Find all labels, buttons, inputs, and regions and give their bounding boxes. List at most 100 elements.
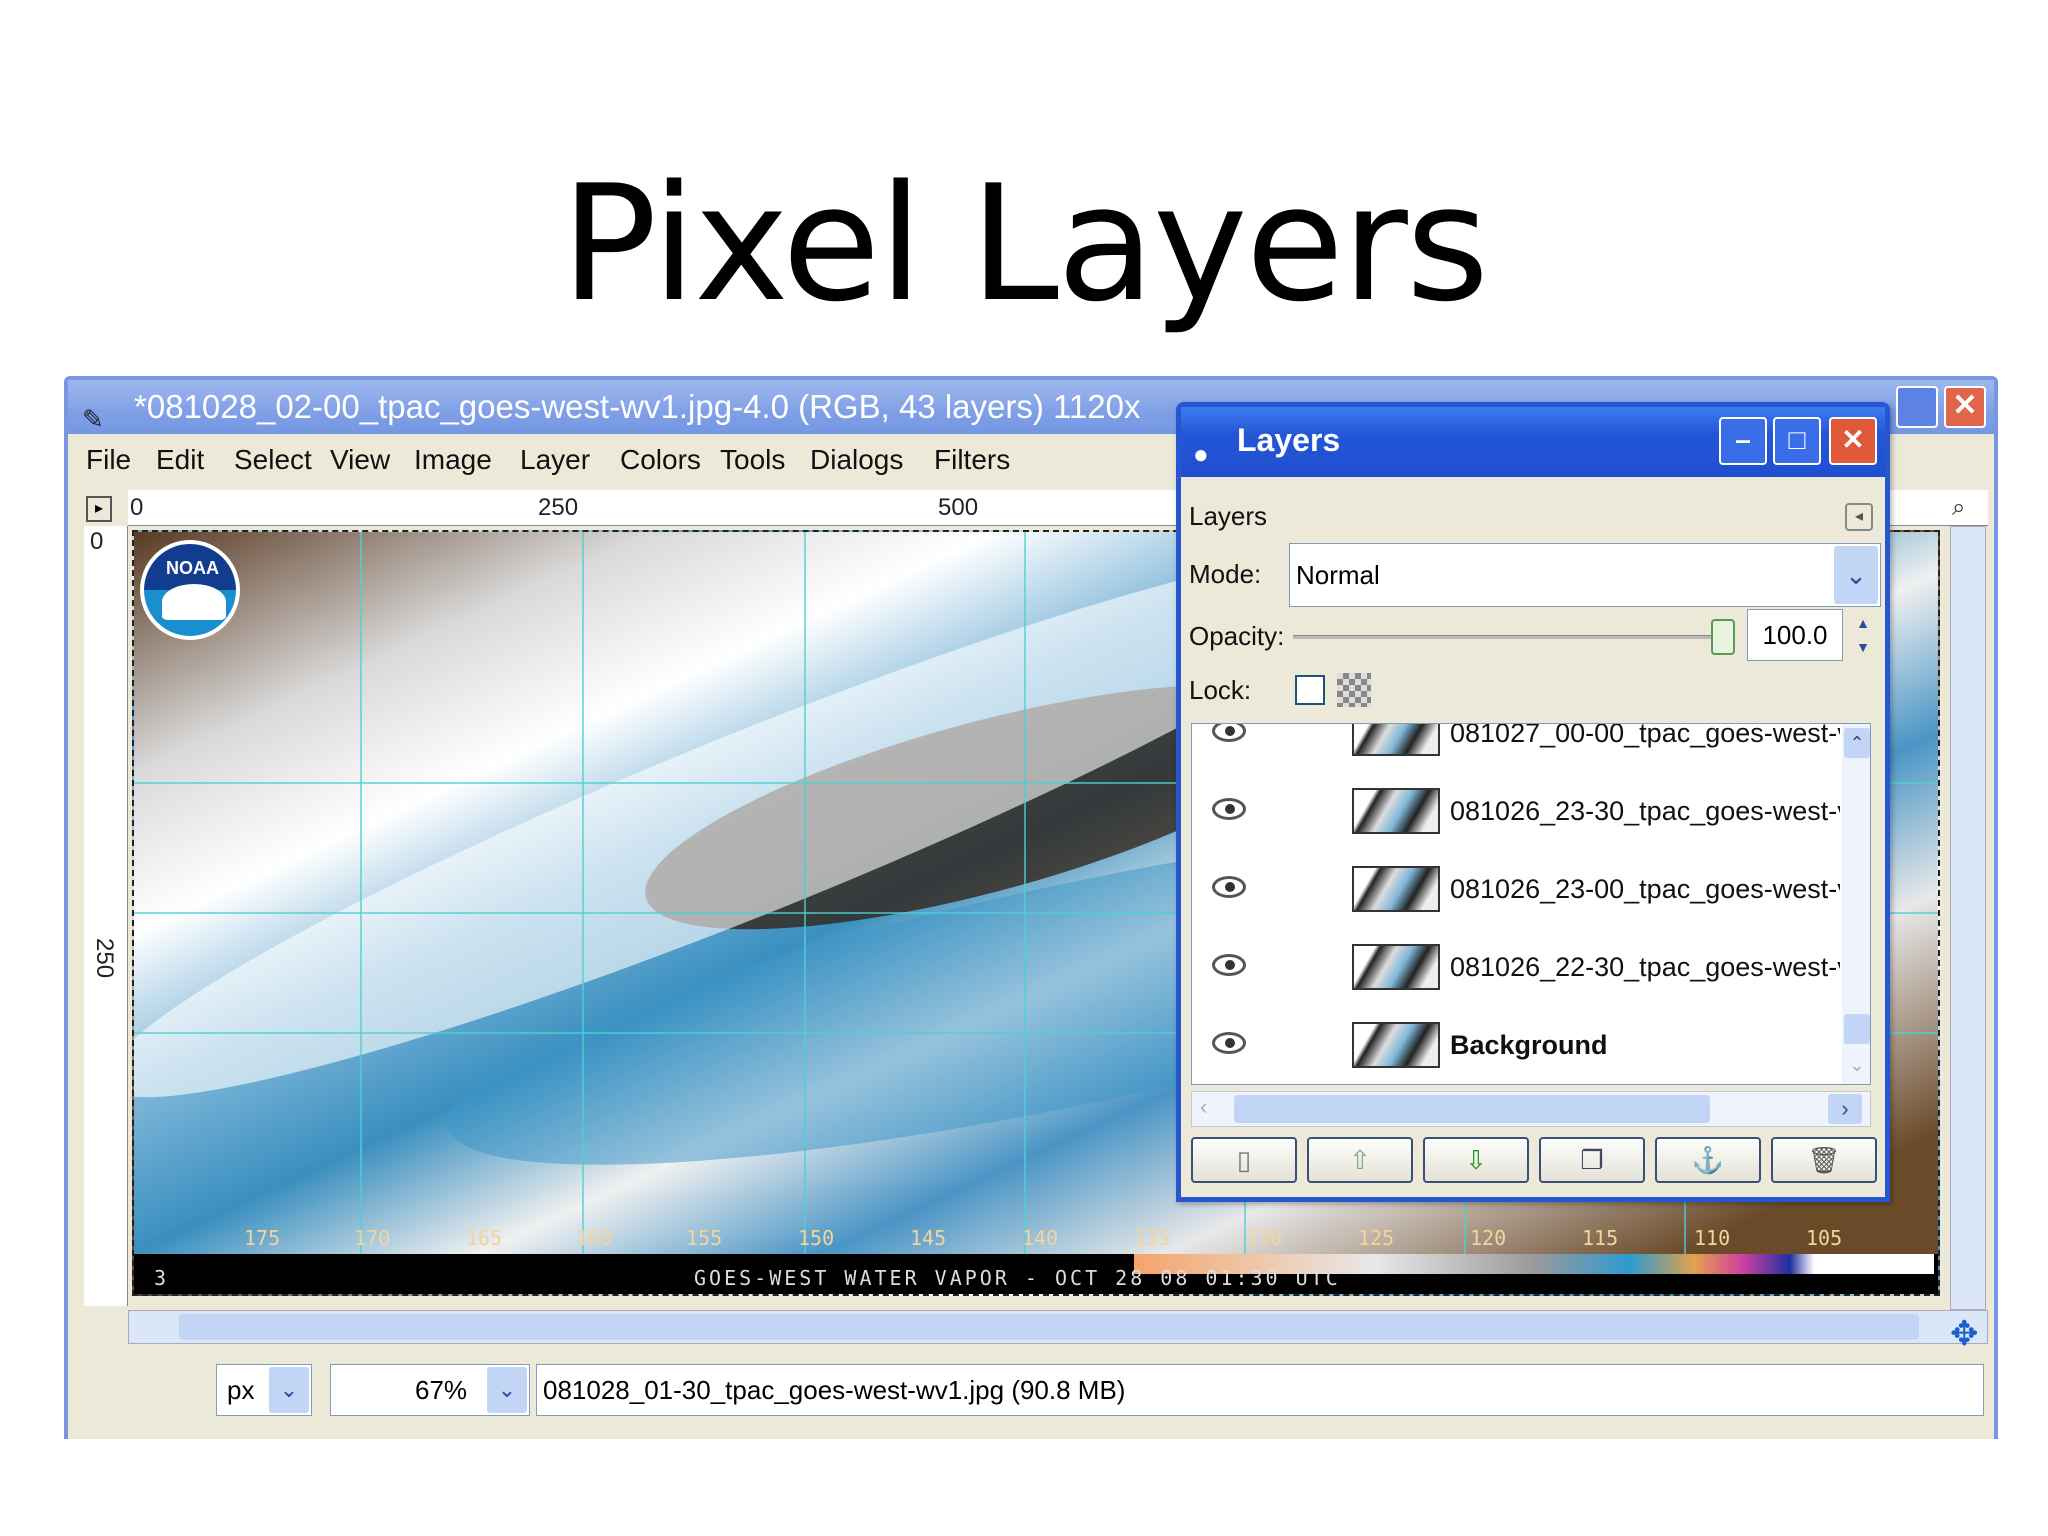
ruler-label: 500 bbox=[938, 494, 979, 521]
layer-button-row: ▯ ⇧ ⇩ ❐ ⚓ 🗑 bbox=[1191, 1137, 1881, 1183]
mode-label: Mode: bbox=[1189, 559, 1262, 589]
chevron-down-icon[interactable]: ⌄ bbox=[1834, 546, 1878, 604]
eye-icon[interactable] bbox=[1212, 798, 1246, 820]
opacity-slider[interactable] bbox=[1293, 635, 1733, 639]
longitude-label: 115 bbox=[1582, 1226, 1619, 1250]
menu-filters[interactable]: Filters bbox=[934, 444, 1010, 476]
longitude-label: 120 bbox=[1470, 1226, 1507, 1250]
longitude-label: 105 bbox=[1806, 1226, 1843, 1250]
zoom-to-fit-icon[interactable]: ⌕ bbox=[1952, 494, 1965, 522]
anchor-icon: ⚓ bbox=[1691, 1145, 1725, 1175]
layer-thumbnail bbox=[1352, 944, 1440, 990]
longitude-label: 160 bbox=[576, 1226, 613, 1250]
vertical-scrollbar[interactable] bbox=[1950, 526, 1986, 1310]
new-layer-button[interactable]: ▯ bbox=[1191, 1137, 1297, 1183]
layer-row[interactable]: 081026_22-30_tpac_goes-west-v bbox=[1192, 930, 1840, 1008]
vertical-ruler: 0 250 bbox=[84, 526, 128, 1306]
duplicate-layer-button[interactable]: ❐ bbox=[1539, 1137, 1645, 1183]
layer-thumbnail bbox=[1352, 724, 1440, 756]
minimize-button[interactable]: – bbox=[1719, 417, 1767, 465]
longitude-label: 175 bbox=[244, 1226, 281, 1250]
mode-select[interactable]: Normal ⌄ bbox=[1289, 543, 1881, 607]
slide-title: Pixel Layers bbox=[560, 150, 1489, 337]
layer-thumbnail bbox=[1352, 788, 1440, 834]
layer-list-hscrollbar[interactable]: ‹ › bbox=[1191, 1091, 1871, 1127]
status-file-info: 081028_01-30_tpac_goes-west-wv1.jpg (90.… bbox=[536, 1364, 1984, 1416]
raise-layer-button[interactable]: ⇧ bbox=[1307, 1137, 1413, 1183]
longitude-label: 165 bbox=[466, 1226, 503, 1250]
panel-menu-icon[interactable]: ◂ bbox=[1845, 503, 1873, 531]
chevron-right-icon[interactable]: › bbox=[1828, 1094, 1862, 1124]
layer-name: 081026_22-30_tpac_goes-west-v bbox=[1450, 952, 1840, 982]
eye-icon[interactable] bbox=[1212, 724, 1246, 742]
horizontal-scrollbar[interactable] bbox=[128, 1310, 1988, 1344]
menu-dialogs[interactable]: Dialogs bbox=[810, 444, 903, 476]
eye-icon[interactable] bbox=[1212, 954, 1246, 976]
eye-icon[interactable] bbox=[1212, 876, 1246, 898]
longitude-label: 135 bbox=[1134, 1226, 1171, 1250]
chevron-left-icon[interactable]: ‹ bbox=[1200, 1094, 1207, 1120]
status-bar: px ⌄ 67% ⌄ 081028_01-30_tpac_goes-west-w… bbox=[68, 1350, 1994, 1439]
longitude-label: 150 bbox=[798, 1226, 835, 1250]
ruler-label: 250 bbox=[91, 938, 118, 979]
longitude-label: 110 bbox=[1694, 1226, 1731, 1250]
chevron-down-icon[interactable]: ⌄ bbox=[1844, 1050, 1870, 1080]
layer-row[interactable]: 081026_23-30_tpac_goes-west-v bbox=[1192, 774, 1840, 852]
longitude-label: 140 bbox=[1022, 1226, 1059, 1250]
menu-tools[interactable]: Tools bbox=[720, 444, 785, 476]
longitude-label: 145 bbox=[910, 1226, 947, 1250]
scrollbar-thumb[interactable] bbox=[1234, 1095, 1710, 1123]
close-button[interactable]: ✕ bbox=[1829, 417, 1877, 465]
longitude-label: 130 bbox=[1246, 1226, 1283, 1250]
zoom-select[interactable]: 67% ⌄ bbox=[330, 1364, 530, 1416]
lock-alpha-icon[interactable] bbox=[1337, 673, 1371, 707]
navigate-icon[interactable]: ✥ bbox=[1950, 1314, 1979, 1354]
chevron-up-icon[interactable]: ⌃ bbox=[1844, 728, 1870, 758]
longitude-label: 125 bbox=[1358, 1226, 1395, 1250]
menu-view[interactable]: View bbox=[330, 444, 390, 476]
anchor-layer-button[interactable]: ⚓ bbox=[1655, 1137, 1761, 1183]
menu-layer[interactable]: Layer bbox=[520, 444, 590, 476]
layers-dialog: ● Layers – □ ✕ Layers ◂ Mode: Normal ⌄ O… bbox=[1176, 402, 1890, 1202]
menu-edit[interactable]: Edit bbox=[156, 444, 204, 476]
layer-name: 081027_00-00_tpac_goes-west-v bbox=[1450, 723, 1840, 748]
longitude-label: 155 bbox=[686, 1226, 723, 1250]
panel-label: Layers bbox=[1189, 501, 1268, 531]
arrow-down-icon: ⇩ bbox=[1465, 1145, 1487, 1175]
maximize-button[interactable]: □ bbox=[1773, 417, 1821, 465]
lower-layer-button[interactable]: ⇩ bbox=[1423, 1137, 1529, 1183]
layer-row[interactable]: 081027_00-00_tpac_goes-west-v bbox=[1192, 724, 1840, 774]
opacity-spinner[interactable]: ▲ ▼ bbox=[1849, 611, 1877, 661]
unit-select[interactable]: px ⌄ bbox=[216, 1364, 312, 1416]
lock-pixels-checkbox[interactable] bbox=[1295, 675, 1325, 705]
arrow-up-icon: ⇧ bbox=[1349, 1145, 1371, 1175]
window-title: *081028_02-00_tpac_goes-west-wv1.jpg-4.0… bbox=[134, 388, 1141, 425]
gimp-mascot-icon: ✎ bbox=[82, 404, 104, 434]
menu-colors[interactable]: Colors bbox=[620, 444, 701, 476]
menu-image[interactable]: Image bbox=[414, 444, 492, 476]
layer-name: 081026_23-30_tpac_goes-west-v bbox=[1450, 796, 1840, 826]
duplicate-icon: ❐ bbox=[1580, 1145, 1604, 1175]
maximize-button[interactable] bbox=[1896, 386, 1938, 428]
scrollbar-thumb[interactable] bbox=[1844, 1014, 1870, 1044]
satellite-caption: GOES-WEST WATER VAPOR - OCT 28 08 01:30 … bbox=[694, 1266, 1341, 1290]
quick-mask-toggle[interactable]: ▸ bbox=[86, 496, 112, 522]
close-button[interactable]: ✕ bbox=[1944, 386, 1986, 428]
delete-layer-button[interactable]: 🗑 bbox=[1771, 1137, 1877, 1183]
new-page-icon: ▯ bbox=[1236, 1145, 1252, 1175]
layer-row[interactable]: Background bbox=[1192, 1008, 1832, 1084]
layer-thumbnail bbox=[1352, 1022, 1440, 1068]
layer-name: 081026_23-00_tpac_goes-west-v bbox=[1450, 874, 1840, 904]
layers-dialog-title: Layers bbox=[1237, 422, 1341, 458]
chevron-down-icon[interactable]: ⌄ bbox=[487, 1367, 527, 1413]
menu-select[interactable]: Select bbox=[234, 444, 312, 476]
ruler-label: 250 bbox=[538, 494, 579, 521]
eye-icon[interactable] bbox=[1212, 1032, 1246, 1054]
opacity-slider-thumb[interactable] bbox=[1711, 619, 1735, 655]
opacity-input[interactable]: 100.0 bbox=[1747, 609, 1843, 661]
scrollbar-thumb[interactable] bbox=[179, 1314, 1919, 1340]
menu-file[interactable]: File bbox=[86, 444, 131, 476]
opacity-label: Opacity: bbox=[1189, 621, 1285, 651]
layer-row[interactable]: 081026_23-00_tpac_goes-west-v bbox=[1192, 852, 1840, 930]
chevron-down-icon[interactable]: ⌄ bbox=[269, 1367, 309, 1413]
